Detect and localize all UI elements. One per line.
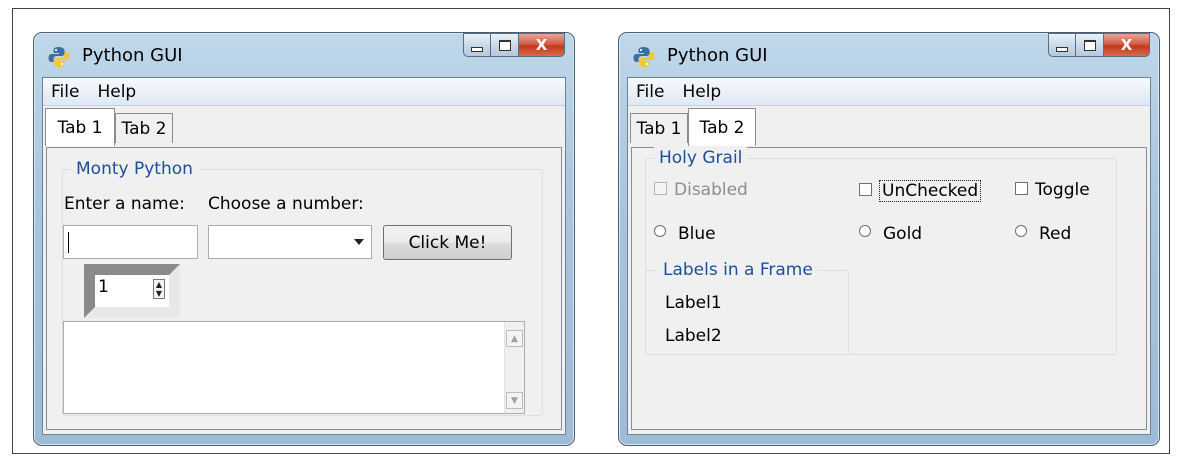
- scrolled-text[interactable]: ▲ ▼: [63, 321, 525, 414]
- spinbox-arrows-icon[interactable]: ▲ ▼: [153, 279, 165, 299]
- title-bar[interactable]: Python GUI X: [619, 33, 1159, 77]
- radio-label: Gold: [883, 224, 923, 244]
- window-title: Python GUI: [82, 45, 183, 66]
- name-entry[interactable]: [63, 225, 198, 259]
- checkbox-label: Disabled: [674, 180, 748, 200]
- radio-red[interactable]: Red: [1015, 224, 1071, 244]
- chevron-down-icon: [354, 239, 364, 245]
- text-caret: [68, 232, 69, 253]
- maximize-button[interactable]: [491, 33, 519, 57]
- minimize-icon: [1056, 46, 1068, 52]
- name-label: Enter a name:: [64, 194, 185, 214]
- labels-frame-title: Labels in a Frame: [658, 259, 818, 281]
- python-gui-window-tab2: Python GUI X File Help Tab 1 Tab 2 Holy …: [618, 32, 1160, 446]
- number-label: Choose a number:: [208, 194, 364, 214]
- caption-buttons: X: [463, 33, 565, 59]
- label-1: Label1: [665, 293, 722, 313]
- window-title: Python GUI: [667, 45, 768, 66]
- click-me-button[interactable]: Click Me!: [383, 225, 512, 260]
- title-bar[interactable]: Python GUI X: [34, 33, 574, 77]
- menu-help[interactable]: Help: [674, 82, 731, 102]
- group-title: Monty Python: [71, 158, 198, 180]
- caption-buttons: X: [1048, 33, 1150, 59]
- holy-grail-group: Holy Grail Disabled UnChecked Toggle Blu…: [645, 147, 1117, 355]
- menu-file[interactable]: File: [43, 82, 89, 102]
- label-2: Label2: [665, 326, 722, 346]
- close-button[interactable]: X: [519, 33, 565, 57]
- scroll-down-icon[interactable]: ▼: [506, 392, 523, 409]
- spinbox-value[interactable]: 1: [98, 277, 109, 297]
- minimize-icon: [471, 46, 483, 52]
- menu-file[interactable]: File: [628, 82, 674, 102]
- maximize-icon: [1083, 39, 1096, 51]
- radio-blue[interactable]: Blue: [654, 224, 716, 244]
- python-app-icon: [48, 47, 70, 67]
- tab-2[interactable]: Tab 2: [688, 108, 756, 146]
- checkbox-unchecked[interactable]: UnChecked: [859, 180, 982, 202]
- radio-label: Red: [1039, 224, 1072, 244]
- minimize-button[interactable]: [1048, 33, 1076, 57]
- close-button[interactable]: X: [1104, 33, 1150, 57]
- radio-circle: [654, 225, 666, 237]
- monty-python-group: Monty Python Enter a name: Choose a numb…: [62, 158, 543, 416]
- checkbox-box: [859, 182, 872, 196]
- tab-1[interactable]: Tab 1: [630, 113, 688, 143]
- window-client-area: File Help Tab 1 Tab 2 Holy Grail Disable…: [627, 77, 1151, 435]
- tab-2-panel: Holy Grail Disabled UnChecked Toggle Blu…: [631, 147, 1147, 430]
- menu-help[interactable]: Help: [89, 82, 146, 102]
- checkbox-box: [1015, 181, 1028, 195]
- tab-1[interactable]: Tab 1: [45, 108, 115, 146]
- group-title: Holy Grail: [654, 147, 748, 169]
- maximize-icon: [498, 39, 511, 51]
- checkbox-box: [654, 181, 667, 195]
- python-app-icon: [633, 47, 655, 67]
- close-icon: X: [535, 36, 548, 54]
- spinbox-frame: 1 ▲ ▼: [84, 264, 180, 318]
- radio-label: Blue: [678, 224, 716, 244]
- tab-1-panel: Monty Python Enter a name: Choose a numb…: [46, 147, 562, 430]
- labels-frame-group: Labels in a Frame Label1 Label2: [645, 259, 849, 355]
- maximize-button[interactable]: [1076, 33, 1104, 57]
- window-client-area: File Help Tab 1 Tab 2 Monty Python Enter…: [42, 77, 566, 435]
- checkbox-label: Toggle: [1035, 180, 1090, 200]
- close-icon: X: [1120, 36, 1133, 54]
- vertical-scrollbar[interactable]: ▲ ▼: [504, 322, 524, 413]
- radio-gold[interactable]: Gold: [859, 224, 922, 244]
- radio-circle: [859, 225, 871, 237]
- number-combobox[interactable]: [208, 225, 372, 259]
- checkbox-disabled: Disabled: [654, 180, 748, 200]
- python-gui-window-tab1: Python GUI X File Help Tab 1 Tab 2 Monty…: [33, 32, 575, 446]
- menu-bar: File Help: [628, 78, 1150, 106]
- minimize-button[interactable]: [463, 33, 491, 57]
- checkbox-toggle[interactable]: Toggle: [1015, 180, 1090, 200]
- menu-bar: File Help: [43, 78, 565, 106]
- scroll-up-icon[interactable]: ▲: [506, 330, 523, 347]
- tab-2[interactable]: Tab 2: [115, 113, 173, 143]
- checkbox-label: UnChecked: [879, 180, 982, 202]
- radio-circle: [1015, 225, 1027, 237]
